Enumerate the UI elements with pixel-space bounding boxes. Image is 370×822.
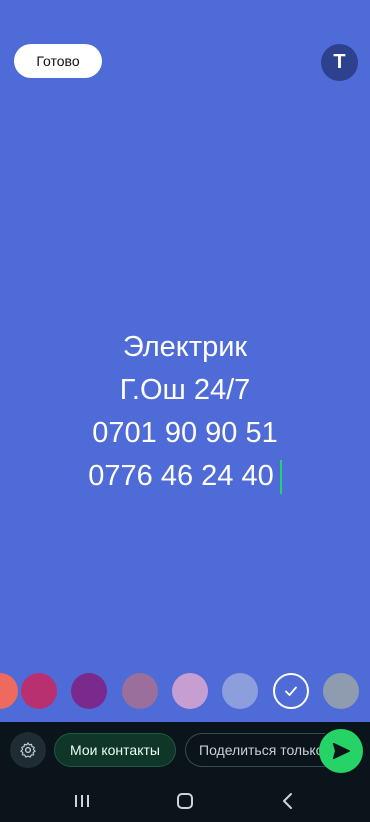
recent-apps-button[interactable] bbox=[62, 788, 102, 814]
color-swatch-purple[interactable] bbox=[71, 673, 107, 709]
system-nav-bar bbox=[0, 780, 370, 822]
status-canvas[interactable]: Готово T Электрик Г.Ош 24/7 0701 90 90 5… bbox=[0, 0, 370, 722]
gear-icon bbox=[20, 742, 36, 758]
color-swatch-periwinkle[interactable] bbox=[222, 673, 258, 709]
status-line-4: 0776 46 24 40 bbox=[0, 455, 370, 498]
color-palette bbox=[0, 673, 370, 711]
check-icon bbox=[285, 686, 297, 696]
color-swatch-lilac[interactable] bbox=[172, 673, 208, 709]
send-button[interactable] bbox=[319, 729, 363, 773]
home-button[interactable] bbox=[165, 788, 205, 814]
text-style-button[interactable]: T bbox=[321, 44, 358, 81]
back-icon bbox=[283, 793, 292, 809]
status-line-2: Г.Ош 24/7 bbox=[119, 374, 251, 406]
status-line-4-text: 0776 46 24 40 bbox=[88, 460, 274, 492]
send-icon bbox=[332, 742, 350, 760]
color-swatch-magenta[interactable] bbox=[21, 673, 57, 709]
my-contacts-button[interactable]: Мои контакты bbox=[54, 733, 176, 767]
done-button[interactable]: Готово bbox=[14, 44, 102, 78]
status-line-1: Электрик bbox=[122, 331, 248, 363]
status-line-3: 0701 90 90 51 bbox=[92, 417, 278, 449]
color-swatch-slate[interactable] bbox=[323, 673, 359, 709]
settings-button[interactable] bbox=[10, 732, 46, 768]
recent-apps-icon bbox=[75, 795, 89, 807]
text-cursor bbox=[279, 460, 282, 495]
color-swatch-blue-selected[interactable] bbox=[273, 673, 309, 709]
share-with-button[interactable]: Поделиться только с... bbox=[185, 733, 325, 767]
back-button[interactable] bbox=[268, 788, 308, 814]
status-text[interactable]: Электрик Г.Ош 24/7 0701 90 90 51 0776 46… bbox=[0, 326, 370, 498]
color-swatch-coral[interactable] bbox=[0, 673, 18, 709]
home-icon bbox=[177, 793, 193, 809]
bottom-bar: Мои контакты Поделиться только с... bbox=[0, 722, 370, 780]
color-swatch-mauve[interactable] bbox=[122, 673, 158, 709]
